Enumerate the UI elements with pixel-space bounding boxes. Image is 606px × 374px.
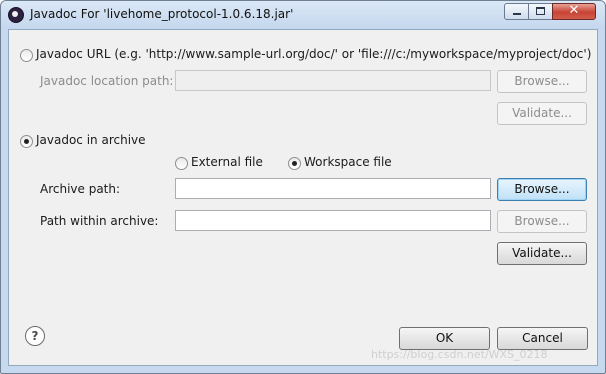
close-icon: ✕ (568, 3, 580, 18)
close-button[interactable]: ✕ (552, 3, 596, 20)
workspace-file-label: Workspace file (304, 155, 392, 169)
javadoc-archive-label: Javadoc in archive (36, 133, 146, 147)
archive-path-label: Archive path: (40, 182, 121, 196)
url-browse-button[interactable]: Browse... (497, 70, 587, 93)
radio-javadoc-archive[interactable] (20, 135, 33, 148)
radio-external-file[interactable] (175, 157, 188, 170)
radio-javadoc-url[interactable] (20, 49, 33, 62)
archive-browse-button[interactable]: Browse... (497, 178, 587, 201)
external-file-label: External file (191, 155, 263, 169)
eclipse-icon (8, 7, 24, 23)
path-within-archive-label: Path within archive: (40, 214, 159, 228)
path-browse-button[interactable]: Browse... (497, 210, 587, 233)
help-icon[interactable]: ? (25, 326, 45, 346)
minimize-icon (513, 13, 521, 15)
ok-button[interactable]: OK (399, 327, 490, 350)
javadoc-url-label: Javadoc URL (e.g. 'http://www.sample-url… (36, 47, 592, 61)
maximize-icon (536, 7, 545, 15)
title-bar: Javadoc For 'livehome_protocol-1.0.6.18.… (1, 1, 605, 29)
archive-path-field[interactable] (175, 178, 491, 199)
url-validate-button[interactable]: Validate... (497, 102, 587, 125)
javadoc-location-label: Javadoc location path: (40, 74, 174, 88)
dialog-body: Javadoc URL (e.g. 'http://www.sample-url… (8, 29, 598, 366)
javadoc-dialog: Javadoc For 'livehome_protocol-1.0.6.18.… (0, 0, 606, 374)
window-title: Javadoc For 'livehome_protocol-1.0.6.18.… (30, 7, 294, 21)
javadoc-location-field[interactable] (175, 70, 491, 91)
watermark-text: https://blog.csdn.net/WXS_0218 (371, 348, 548, 361)
archive-validate-button[interactable]: Validate... (497, 242, 587, 265)
maximize-button[interactable] (528, 3, 553, 20)
radio-workspace-file[interactable] (288, 157, 301, 170)
minimize-button[interactable] (504, 3, 529, 20)
path-within-archive-field[interactable] (175, 210, 491, 231)
cancel-button[interactable]: Cancel (497, 327, 588, 350)
